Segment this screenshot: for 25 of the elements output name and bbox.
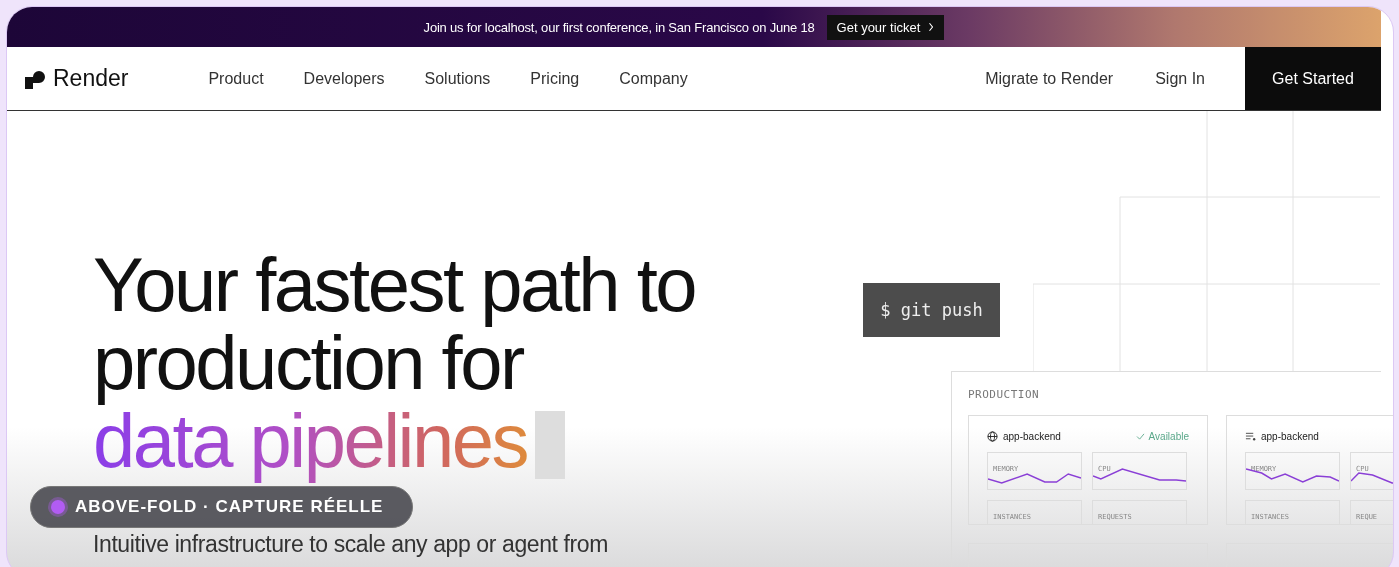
- status-text: Available: [1148, 431, 1189, 442]
- hero-subtitle: Intuitive infrastructure to scale any app or agent from: [93, 532, 609, 556]
- migrate-link[interactable]: Migrate to Render: [985, 69, 1114, 88]
- nav-link[interactable]: Developers: [303, 69, 385, 88]
- terminal-command: $ git push: [863, 283, 1000, 337]
- get-started-button[interactable]: Get Started: [1245, 47, 1381, 110]
- announcement-text: Join us for localhost, our first conference, in San Francisco on June 18: [423, 19, 815, 35]
- service-name: app-backend: [1261, 431, 1319, 442]
- nav-link[interactable]: Pricing: [530, 69, 580, 88]
- production-title: PRODUCTION: [968, 388, 1041, 401]
- ticket-button[interactable]: Get your ticket: [826, 14, 945, 40]
- list-icon: [1245, 431, 1256, 442]
- service-name: app-backend: [1003, 431, 1061, 442]
- nav-link[interactable]: Solutions: [424, 69, 491, 88]
- badge-text: ABOVE-FOLD · CAPTURE RÉELLE: [75, 497, 384, 517]
- logo-link[interactable]: Render: [25, 65, 129, 92]
- logo-icon: [25, 68, 45, 89]
- text-cursor: [535, 411, 566, 479]
- nav-link[interactable]: Product: [208, 69, 264, 88]
- chevron-icon: [928, 22, 935, 32]
- nav-link[interactable]: Company: [619, 69, 688, 88]
- sign-in-link[interactable]: Sign In: [1155, 69, 1205, 88]
- status-dot: [51, 500, 65, 514]
- check-icon: [1135, 433, 1145, 440]
- globe-icon: [987, 431, 998, 442]
